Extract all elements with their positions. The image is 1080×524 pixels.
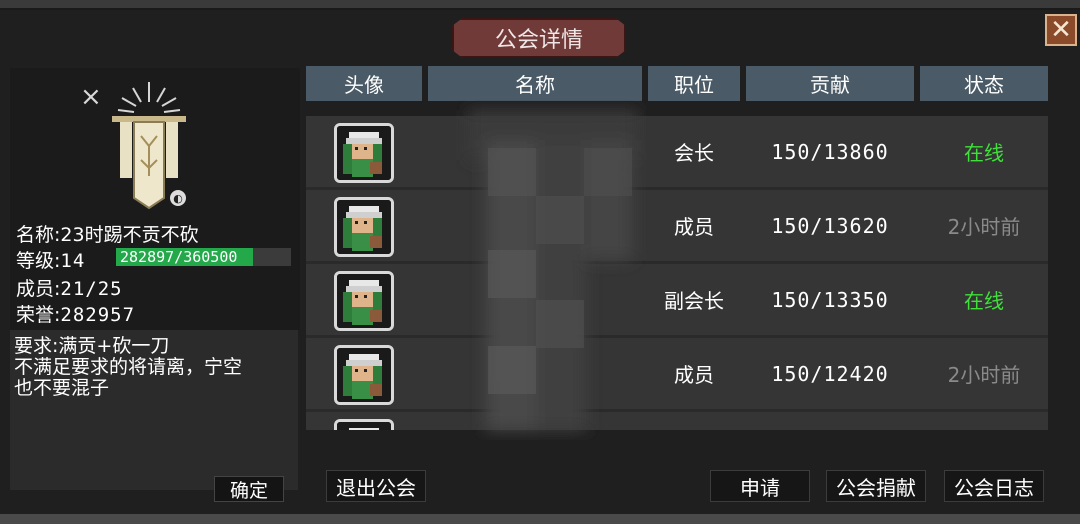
guild-log-button[interactable]: 公会日志 bbox=[944, 470, 1044, 502]
member-status: 在线 bbox=[964, 141, 1004, 165]
header-avatar: 头像 bbox=[306, 66, 422, 101]
member-position: 成员 bbox=[674, 215, 714, 239]
member-position: 成员 bbox=[674, 363, 714, 387]
guild-honor-value: 282957 bbox=[60, 304, 136, 326]
guild-honor-row: 荣誉:282957 bbox=[16, 300, 135, 327]
guild-name-label: 名称: bbox=[16, 224, 61, 246]
close-button[interactable]: ✕ bbox=[1045, 14, 1077, 46]
member-list[interactable]: 会长 150/13860 在线 成员 150/13620 2小时前 副会长 15… bbox=[306, 116, 1048, 430]
emblem-close-icon[interactable]: × bbox=[80, 82, 102, 112]
member-avatar-icon[interactable] bbox=[334, 271, 394, 331]
apply-button[interactable]: 申请 bbox=[710, 470, 810, 502]
guild-exp-bar: 282897/360500 bbox=[116, 248, 291, 266]
top-bar bbox=[0, 0, 1080, 10]
confirm-button[interactable]: 确定 bbox=[214, 476, 284, 502]
member-contribution: 150/12420 bbox=[771, 361, 889, 386]
guild-level-row: 等级:14 bbox=[16, 246, 85, 273]
header-name: 名称 bbox=[428, 66, 642, 101]
guild-honor-label: 荣誉: bbox=[16, 304, 61, 326]
guild-exp-text: 282897/360500 bbox=[120, 248, 238, 266]
guild-name-value: 23时踢不贡不砍 bbox=[60, 224, 199, 246]
guild-members-value: 21/25 bbox=[60, 278, 123, 300]
member-avatar-icon[interactable] bbox=[334, 123, 394, 183]
header-position: 职位 bbox=[648, 66, 740, 101]
window-title-text: 公会详情 bbox=[494, 28, 583, 53]
member-avatar-icon[interactable] bbox=[334, 345, 394, 405]
member-position: 副会长 bbox=[664, 289, 724, 313]
guild-level-label: 等级: bbox=[16, 250, 61, 272]
guild-name-row: 名称:23时踢不贡不砍 bbox=[16, 220, 199, 247]
close-icon: ✕ bbox=[1050, 15, 1072, 45]
name-column-blur bbox=[468, 110, 638, 430]
emblem-edit-icon[interactable]: ◐ bbox=[170, 190, 186, 206]
guild-donate-button[interactable]: 公会捐献 bbox=[826, 470, 926, 502]
member-contribution: 150/13860 bbox=[771, 139, 889, 164]
table-row[interactable]: 副会长 150/13350 在线 bbox=[306, 264, 1048, 338]
leave-guild-button[interactable]: 退出公会 bbox=[326, 470, 426, 502]
guild-members-row: 成员:21/25 bbox=[16, 274, 123, 301]
table-row[interactable]: 成员 150/12420 2小时前 bbox=[306, 338, 1048, 412]
table-row[interactable]: 成员 150/13620 2小时前 bbox=[306, 190, 1048, 264]
header-contribution: 贡献 bbox=[746, 66, 914, 101]
member-status: 2小时前 bbox=[947, 215, 1021, 239]
member-avatar-icon[interactable] bbox=[334, 197, 394, 257]
table-row[interactable]: 会长 150/13860 在线 bbox=[306, 116, 1048, 190]
bottom-strip bbox=[0, 514, 1080, 524]
member-status: 在线 bbox=[964, 289, 1004, 313]
member-avatar-icon[interactable] bbox=[334, 419, 394, 430]
member-status: 2小时前 bbox=[947, 363, 1021, 387]
member-contribution: 150/13620 bbox=[771, 213, 889, 238]
window-title: 公会详情 bbox=[452, 18, 626, 58]
member-contribution: 150/13350 bbox=[771, 287, 889, 312]
header-status: 状态 bbox=[920, 66, 1048, 101]
table-row-partial[interactable] bbox=[306, 412, 1048, 430]
guild-level-value: 14 bbox=[60, 250, 86, 272]
guild-members-label: 成员: bbox=[16, 278, 61, 300]
member-position: 会长 bbox=[674, 141, 714, 165]
guild-requirement-text: 要求:满贡+砍一刀 不满足要求的将请离，宁空 也不要混子 bbox=[14, 335, 243, 399]
